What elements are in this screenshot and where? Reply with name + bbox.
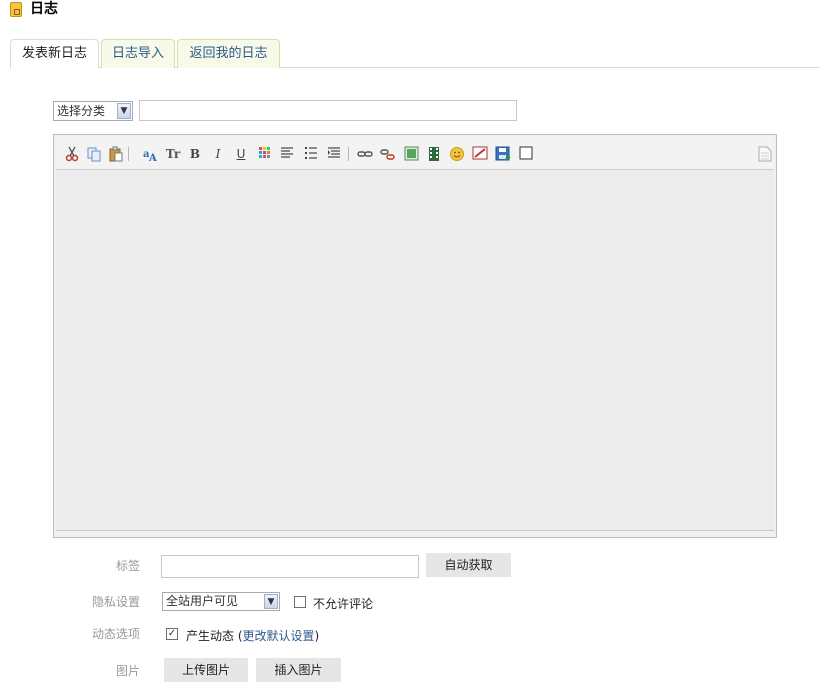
unlink-icon[interactable] <box>379 145 397 163</box>
notebook-icon <box>10 2 22 17</box>
tags-label: 标签 <box>115 559 140 573</box>
category-select[interactable]: 选择分类 ▼ <box>53 101 133 121</box>
emoticon-icon[interactable] <box>448 145 466 163</box>
save-draft-icon[interactable] <box>494 145 512 163</box>
italic-icon[interactable]: I <box>209 145 227 163</box>
color-palette-icon[interactable] <box>256 145 274 163</box>
change-default-settings-link[interactable]: 更改默认设置 <box>243 629 315 643</box>
paste-icon[interactable] <box>107 145 125 163</box>
chevron-down-icon[interactable]: ▼ <box>117 103 131 119</box>
auto-fetch-tags-button[interactable]: 自动获取 <box>426 553 511 577</box>
no-comment-checkbox[interactable] <box>294 596 306 608</box>
category-select-value: 选择分类 <box>57 104 106 118</box>
tab-new-post[interactable]: 发表新日志 <box>10 39 99 69</box>
rich-text-editor: aA Tr B I U <box>53 134 777 538</box>
copy-icon[interactable] <box>85 145 103 163</box>
video-icon[interactable] <box>425 145 443 163</box>
svg-text:A: A <box>148 153 157 162</box>
insert-image-button[interactable]: 插入图片 <box>256 658 341 682</box>
font-size-icon[interactable]: Tr <box>164 145 182 163</box>
bulleted-list-icon[interactable] <box>302 145 320 163</box>
produce-activity-checkbox[interactable]: ✓ <box>166 628 178 640</box>
activity-label: 动态选项 <box>91 627 140 641</box>
privacy-select[interactable]: 全站用户可见 ▼ <box>162 592 280 611</box>
page-title: 日志 <box>30 1 58 17</box>
checkbox-icon[interactable] <box>517 145 535 163</box>
privacy-label: 隐私设置 <box>91 595 140 609</box>
paren-close: ) <box>314 629 320 643</box>
flash-icon[interactable] <box>471 145 489 163</box>
chevron-down-icon[interactable]: ▼ <box>264 594 278 609</box>
tags-input[interactable] <box>161 555 419 578</box>
underline-icon[interactable]: U <box>232 145 250 163</box>
produce-activity-text: 产生动态 <box>186 629 235 643</box>
title-input[interactable] <box>139 100 517 121</box>
align-icon[interactable] <box>278 145 296 163</box>
toolbar-separator <box>348 147 349 161</box>
upload-image-button[interactable]: 上传图片 <box>164 658 248 682</box>
cut-icon[interactable] <box>63 145 81 163</box>
link-icon[interactable] <box>356 145 374 163</box>
images-label: 图片 <box>115 664 140 678</box>
source-icon[interactable] <box>756 145 774 163</box>
no-comment-label: 不允许评论 <box>313 597 374 611</box>
bold-icon[interactable]: B <box>186 145 204 163</box>
produce-activity-label: 产生动态 (更改默认设置) <box>186 627 319 644</box>
tab-back-to-my-blog[interactable]: 返回我的日志 <box>177 39 280 68</box>
font-color-icon[interactable]: aA <box>141 145 159 163</box>
numbered-list-icon[interactable] <box>325 145 343 163</box>
editor-content-area[interactable] <box>56 170 774 531</box>
privacy-select-value: 全站用户可见 <box>166 594 239 608</box>
image-icon[interactable] <box>402 145 420 163</box>
toolbar-separator <box>128 147 129 161</box>
editor-toolbar: aA Tr B I U <box>56 137 774 170</box>
tab-import[interactable]: 日志导入 <box>101 39 175 68</box>
